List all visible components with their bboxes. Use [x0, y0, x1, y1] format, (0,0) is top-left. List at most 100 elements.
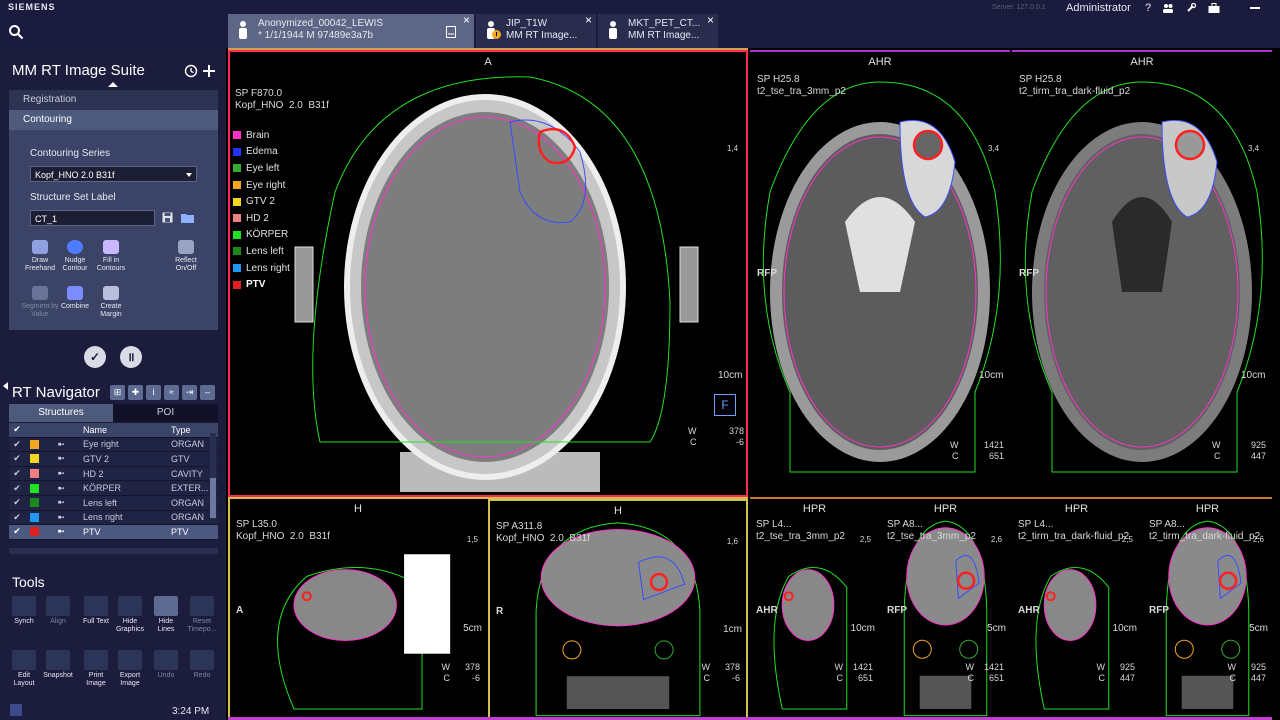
synch-button[interactable]: Synch — [8, 596, 40, 626]
viewport-t2-axial[interactable]: AHR SP H25.8 t2_tse_tra_3mm_p2 RFP 10cm … — [750, 50, 1010, 497]
scale-label: 1cm — [723, 624, 742, 635]
visibility-checkbox[interactable]: ✔ — [9, 497, 25, 508]
viewport-t2-sagittal[interactable]: HPR SP L4... t2_tse_tra_3mm_p2 AHR 10cm 2,5 W… — [750, 499, 879, 720]
reflect-onoff-button[interactable]: Reflect On/Off — [166, 240, 206, 273]
select-all-checkbox[interactable]: ✔ — [9, 424, 25, 435]
contour-mode-icon[interactable]: ➼ — [43, 468, 79, 479]
create-margin-button[interactable]: Create Margin — [91, 286, 131, 319]
color-swatch[interactable] — [25, 439, 43, 449]
color-swatch[interactable] — [25, 454, 43, 464]
export-image-button[interactable]: Export Image — [114, 650, 146, 688]
viewport-ct-coronal[interactable]: H SP A311.8 Kopf_HNO 2.0 B31f R 1cm 1,6 W C 37… — [488, 499, 748, 720]
viewport-ct-sagittal[interactable]: H SP L35.0 Kopf_HNO 2.0 B31f A 5cm 1,5 W C 378… — [228, 499, 486, 720]
tab-poi[interactable]: POI — [113, 404, 218, 422]
draw-freehand-button[interactable]: Draw Freehand — [20, 240, 60, 273]
patient-tab[interactable]: MKT_PET_CT... MM RT Image... × — [598, 14, 718, 48]
combine-button[interactable]: Combine — [55, 286, 95, 311]
visibility-checkbox[interactable]: ✔ — [9, 526, 25, 537]
table-row[interactable]: ✔ ➼ Lens right ORGAN — [9, 510, 218, 526]
patient-icon — [609, 21, 617, 39]
viewport-ct-axial[interactable]: A SP F870.0 Kopf_HNO 2.0 B31f 10cm 1,4 F… — [228, 50, 748, 497]
contour-visibility-icon[interactable]: ≈ — [164, 385, 179, 400]
snapshot-button[interactable]: Snapshot — [42, 650, 74, 680]
wrench-icon[interactable] — [1186, 3, 1196, 13]
structure-set-input[interactable]: CT_1 — [30, 210, 155, 226]
table-row[interactable]: ✔ ➼ PTV PTV — [9, 525, 218, 540]
table-scroll-thumb[interactable] — [210, 478, 216, 518]
accept-button[interactable]: ✓ — [84, 346, 106, 368]
align-button[interactable]: Align — [42, 596, 74, 626]
column-header-name[interactable]: Name — [79, 425, 165, 435]
table-row[interactable]: ✔ ➼ KÖRPER EXTER... — [9, 481, 218, 496]
table-row[interactable]: ✔ ➼ HD 2 CAVITY — [9, 466, 218, 482]
search-icon[interactable] — [8, 24, 24, 40]
table-row[interactable]: ✔ ➼ Eye right ORGAN — [9, 437, 218, 453]
menu-item-contouring[interactable]: Contouring — [9, 110, 218, 130]
user-name[interactable]: Administrator — [1066, 2, 1131, 14]
color-swatch[interactable] — [25, 512, 43, 522]
help-icon[interactable]: ? — [1140, 2, 1156, 14]
minimize-icon[interactable] — [1250, 7, 1260, 9]
zoom-label: 2,6 — [1252, 535, 1264, 544]
document-icon[interactable] — [446, 26, 456, 38]
contouring-series-select[interactable]: Kopf_HNO 2.0 B31f — [30, 166, 197, 182]
viewport-flair-axial[interactable]: AHR SP H25.8 t2_tirm_tra_dark-fluid_p2 R… — [1012, 50, 1272, 497]
edit-layout-button[interactable]: Edit Layout — [8, 650, 40, 688]
contour-mode-icon[interactable]: ➼ — [43, 453, 79, 464]
color-swatch[interactable] — [25, 469, 43, 479]
hide-graphics-button[interactable]: Hide Graphics — [114, 596, 146, 634]
reset-timepoint-button[interactable]: Reset Timepo... — [186, 596, 218, 634]
contour-mode-icon[interactable]: ➼ — [43, 526, 79, 537]
color-swatch[interactable] — [25, 483, 43, 493]
collapse-icon[interactable]: – — [200, 385, 215, 400]
poi-tool-icon[interactable]: ✚ — [128, 385, 143, 400]
hide-lines-button[interactable]: Hide Lines — [150, 596, 182, 634]
table-row[interactable]: ✔ ➼ GTV 2 GTV — [9, 452, 218, 467]
column-header-type[interactable]: Type — [165, 425, 215, 435]
users-icon[interactable] — [1162, 3, 1174, 13]
frame-icon[interactable]: F — [714, 394, 736, 416]
print-image-button[interactable]: Print Image — [80, 650, 112, 688]
pause-button[interactable]: ॥ — [120, 346, 142, 368]
redo-button[interactable]: Redo — [186, 650, 218, 680]
color-swatch[interactable] — [25, 527, 43, 537]
patient-tab[interactable]: JIP_T1W MM RT Image... × — [476, 14, 596, 48]
close-icon[interactable]: × — [463, 14, 470, 26]
rt-navigator-title: RT Navigator — [12, 384, 100, 401]
segment-by-value-button[interactable]: Segment by Value — [20, 286, 60, 319]
briefcase-icon[interactable] — [1208, 3, 1220, 13]
add-icon[interactable] — [203, 65, 215, 77]
table-hscrollbar[interactable] — [9, 548, 218, 554]
viewport-t2-coronal[interactable]: HPR SP A8... t2_tse_tra_3mm_p2 RFP 5cm 2,6 W … — [881, 499, 1010, 720]
menu-item-registration[interactable]: Registration — [9, 90, 218, 110]
contour-mode-icon[interactable]: ➼ — [43, 483, 79, 494]
history-icon[interactable] — [184, 64, 198, 78]
structure-tool-icon[interactable]: ⊞ — [110, 385, 125, 400]
viewport-flair-sagittal[interactable]: HPR SP L4... t2_tirm_tra_dark-fluid_p2 AHR… — [1012, 499, 1141, 720]
visibility-checkbox[interactable]: ✔ — [9, 468, 25, 479]
visibility-checkbox[interactable]: ✔ — [9, 453, 25, 464]
collapse-left-icon[interactable] — [3, 382, 8, 390]
patient-tab-active[interactable]: Anonymized_00042_LEWIS * 1/1/1944 M 9748… — [228, 14, 474, 48]
viewport-flair-coronal[interactable]: HPR SP A8... t2_tirm_tra_dark-fluid_p2 RFP… — [1143, 499, 1272, 720]
visibility-checkbox[interactable]: ✔ — [9, 439, 25, 450]
full-text-button[interactable]: Full Text — [80, 596, 112, 626]
contour-mode-icon[interactable]: ➼ — [43, 439, 79, 450]
fill-in-contours-button[interactable]: Fill in Contours — [91, 240, 131, 273]
visibility-checkbox[interactable]: ✔ — [9, 483, 25, 494]
window-width: 925 — [1119, 662, 1135, 672]
undo-button[interactable]: Undo — [150, 650, 182, 680]
close-icon[interactable]: × — [707, 14, 714, 26]
info-icon[interactable]: i — [146, 385, 161, 400]
export-structure-icon[interactable]: ⇥ — [182, 385, 197, 400]
close-icon[interactable]: × — [585, 14, 592, 26]
color-swatch[interactable] — [25, 498, 43, 508]
nudge-contour-button[interactable]: Nudge Contour — [55, 240, 95, 273]
folder-icon[interactable] — [181, 212, 195, 223]
tab-structures[interactable]: Structures — [9, 404, 113, 422]
visibility-checkbox[interactable]: ✔ — [9, 512, 25, 523]
table-row[interactable]: ✔ ➼ Lens left ORGAN — [9, 495, 218, 511]
contour-mode-icon[interactable]: ➼ — [43, 512, 79, 523]
save-icon[interactable] — [162, 212, 173, 223]
contour-mode-icon[interactable]: ➼ — [43, 497, 79, 508]
